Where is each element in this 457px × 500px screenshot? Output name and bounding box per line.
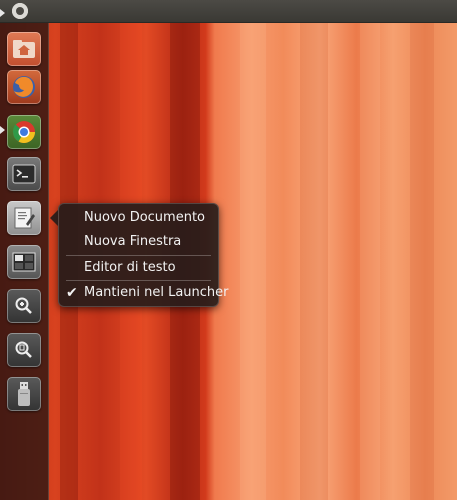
top-panel [0,0,457,23]
workspace-switcher-icon [12,252,36,272]
launcher [0,9,49,500]
running-indicator [0,9,5,17]
ubuntu-logo-icon[interactable] [12,3,28,19]
usb-drive-icon [18,382,30,406]
firefox-icon [13,76,35,98]
launcher-item-home-folder[interactable] [7,32,41,66]
magnifier-apps-icon [15,297,32,314]
launcher-item-text-editor[interactable] [7,201,41,235]
quicklist-item-keep-in-launcher[interactable]: Mantieni nel Launcher [84,285,229,300]
checkmark-icon: ✔ [66,285,78,301]
quicklist-separator [66,255,211,256]
launcher-item-lens-files[interactable] [7,333,41,367]
launcher-item-lens-apps[interactable] [7,289,41,323]
text-editor-icon [14,207,35,229]
terminal-icon [12,164,36,184]
quicklist-pointer [50,210,58,226]
quicklist-separator [66,280,211,281]
quicklist-item-new-window[interactable]: Nuova Finestra [84,234,181,249]
launcher-item-firefox[interactable] [7,70,41,104]
launcher-quicklist: Nuovo Documento Nuova Finestra Editor di… [50,203,229,307]
launcher-item-chrome[interactable] [7,115,41,149]
home-folder-icon [13,40,35,58]
launcher-item-usb-drive[interactable] [7,377,41,411]
quicklist-item-app-name[interactable]: Editor di testo [84,260,176,275]
quicklist-item-new-document[interactable]: Nuovo Documento [84,210,205,225]
launcher-item-terminal[interactable] [7,157,41,191]
chrome-icon [12,121,35,143]
magnifier-files-icon [15,341,32,358]
launcher-item-workspace-switcher[interactable] [7,245,41,279]
running-indicator [0,126,5,134]
